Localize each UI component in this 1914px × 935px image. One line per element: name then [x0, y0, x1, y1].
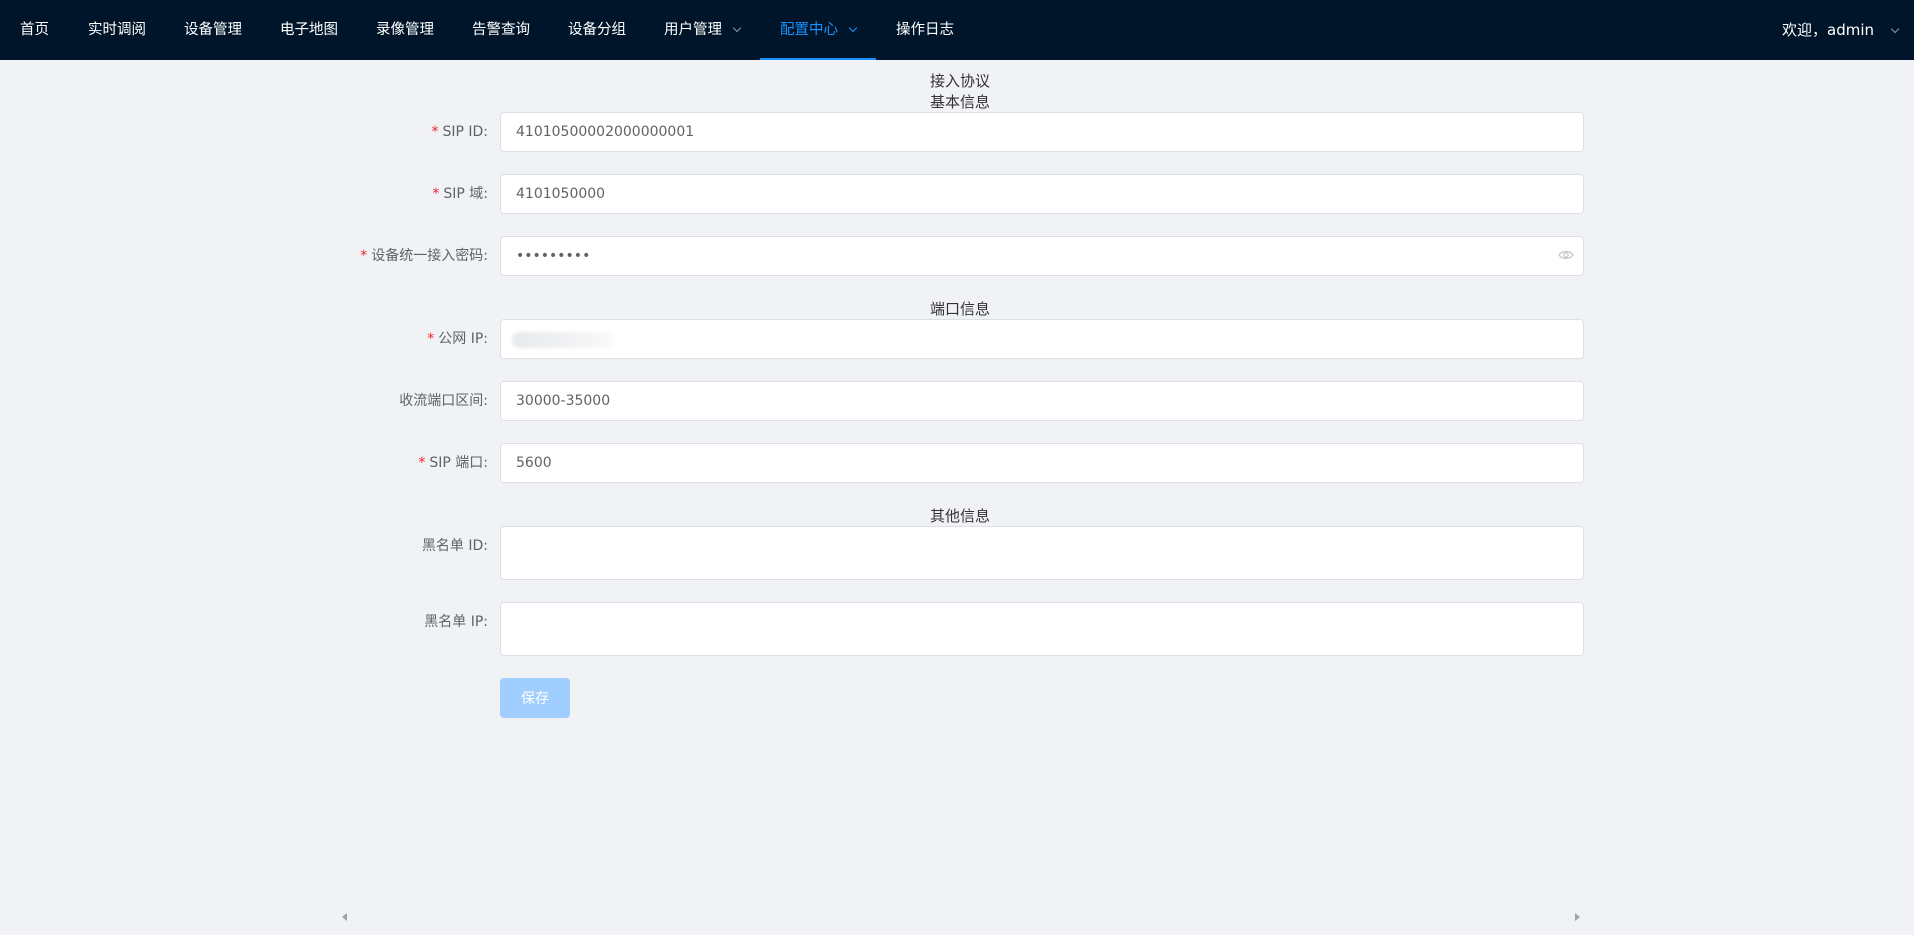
- sip-id-label: * SIP ID:: [431, 122, 488, 142]
- nav-item-recording-management[interactable]: 录像管理: [376, 0, 434, 60]
- chevron-down-icon: [1890, 24, 1900, 34]
- label-text: 黑名单 ID:: [421, 538, 488, 554]
- nav-item-user-management[interactable]: 用户管理: [664, 0, 742, 60]
- section-title-port: 端口信息: [929, 300, 990, 318]
- required-mark: *: [431, 124, 439, 140]
- password-label: * 设备统一接入密码:: [360, 246, 488, 266]
- nav-item-e-map[interactable]: 电子地图: [280, 0, 338, 60]
- chevron-down-icon: [848, 23, 858, 33]
- label-text: SIP 端口:: [429, 455, 488, 471]
- section-title-other: 其他信息: [929, 507, 990, 525]
- eye-icon[interactable]: [1558, 249, 1574, 261]
- nav-item-device-management[interactable]: 设备管理: [184, 0, 242, 60]
- nav-item-alarm-query[interactable]: 告警查询: [472, 0, 530, 60]
- nav-item-label: 录像管理: [376, 22, 434, 38]
- blacklist-id-textarea[interactable]: [500, 526, 1584, 580]
- nav-item-label: 首页: [20, 22, 49, 38]
- scroll-right-arrow-icon[interactable]: [1575, 913, 1580, 921]
- nav-item-label: 配置中心: [780, 22, 838, 38]
- sip-port-input[interactable]: [500, 443, 1584, 483]
- label-text: 设备统一接入密码:: [371, 248, 488, 264]
- required-mark: *: [418, 455, 426, 471]
- label-text: SIP 域:: [443, 186, 488, 202]
- password-input[interactable]: [500, 236, 1584, 276]
- nav-item-label: 设备管理: [184, 22, 242, 38]
- label-text: 公网 IP:: [438, 331, 488, 347]
- sip-domain-input[interactable]: [500, 174, 1584, 214]
- label-text: 黑名单 IP:: [424, 614, 488, 630]
- scroll-left-arrow-icon[interactable]: [342, 913, 347, 921]
- welcome-text: 欢迎，admin: [1782, 21, 1874, 39]
- port-range-input[interactable]: [500, 381, 1584, 421]
- nav-item-home[interactable]: 首页: [20, 0, 49, 60]
- section-title-basic: 基本信息: [929, 93, 990, 111]
- top-nav: 首页 实时调阅 设备管理 电子地图 录像管理 告警查询 设备分组 用户管理 配置…: [0, 0, 1914, 60]
- sip-domain-label: * SIP 域:: [432, 184, 488, 204]
- label-text: 收流端口区间:: [399, 393, 488, 409]
- required-mark: *: [432, 186, 440, 202]
- sip-id-input[interactable]: [500, 112, 1584, 152]
- save-button[interactable]: 保存: [500, 678, 570, 718]
- nav-item-device-group[interactable]: 设备分组: [568, 0, 626, 60]
- nav-item-label: 用户管理: [664, 22, 722, 38]
- nav-item-config-center[interactable]: 配置中心: [760, 0, 876, 60]
- blacklist-id-label: 黑名单 ID:: [422, 536, 488, 556]
- form-title: 接入协议: [929, 72, 990, 90]
- public-ip-input[interactable]: [500, 319, 1584, 359]
- blacklist-ip-textarea[interactable]: [500, 602, 1584, 656]
- nav-item-label: 告警查询: [472, 22, 530, 38]
- label-text: SIP ID:: [442, 124, 488, 140]
- public-ip-label: * 公网 IP:: [427, 329, 488, 349]
- chevron-down-icon: [732, 23, 742, 33]
- nav-item-label: 实时调阅: [88, 22, 146, 38]
- required-mark: *: [360, 248, 368, 264]
- nav-item-label: 电子地图: [280, 22, 338, 38]
- nav-item-label: 设备分组: [568, 22, 626, 38]
- nav-item-label: 操作日志: [896, 22, 954, 38]
- blacklist-ip-label: 黑名单 IP:: [424, 612, 488, 632]
- nav-item-live-view[interactable]: 实时调阅: [88, 0, 146, 60]
- nav-item-operation-log[interactable]: 操作日志: [896, 0, 954, 60]
- redacted-ip-blur: [512, 332, 614, 348]
- user-menu[interactable]: 欢迎，admin: [1782, 0, 1900, 60]
- required-mark: *: [427, 331, 435, 347]
- sip-port-label: * SIP 端口:: [418, 453, 488, 473]
- port-range-label: 收流端口区间:: [399, 391, 488, 411]
